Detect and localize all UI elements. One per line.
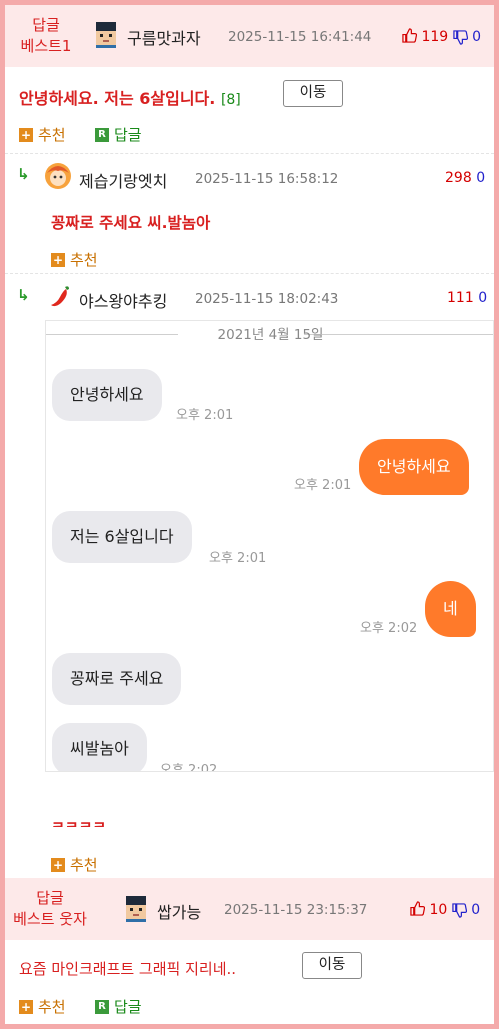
reply-box-icon: R bbox=[95, 127, 109, 142]
divider bbox=[5, 273, 494, 274]
post-author[interactable]: 구름맛과자 bbox=[127, 25, 201, 49]
post-author[interactable]: 쌉가능 bbox=[157, 899, 201, 923]
recommend-button[interactable]: + 추천 bbox=[19, 124, 66, 145]
best-badge-line2: 베스트 웃자 bbox=[13, 910, 87, 928]
reply-text: 꽁짜로 주세요 씨.발놈아 bbox=[51, 214, 211, 232]
chat-time: 오후 2:01 bbox=[209, 551, 267, 566]
plus-box-icon: + bbox=[51, 857, 65, 872]
chat-bubble-received: 꽁짜로 주세요 bbox=[52, 653, 182, 705]
reply-author[interactable]: 야스왕야추킹 bbox=[79, 288, 167, 312]
reply-arrow-icon: ↳ bbox=[17, 286, 30, 304]
reply-author[interactable]: 제습기랑엣치 bbox=[79, 168, 167, 192]
plus-box-icon: + bbox=[19, 999, 33, 1014]
up-count: 10 bbox=[429, 902, 448, 918]
reply-button[interactable]: R 답글 bbox=[95, 124, 142, 145]
thumbs-up-icon[interactable] bbox=[402, 28, 421, 45]
move-button[interactable]: 이동 bbox=[283, 80, 343, 107]
thumbs-down-icon[interactable] bbox=[452, 902, 471, 918]
thumbs-down-icon[interactable] bbox=[452, 29, 472, 45]
chili-pepper-icon bbox=[51, 286, 69, 307]
recommend-label: 추천 bbox=[70, 856, 98, 874]
reply-down-count: 0 bbox=[476, 170, 486, 186]
best-header: 답글 베스트 웃자 쌉가능 2025-11-15 23:15:37 10 0 bbox=[5, 878, 494, 940]
recommend-label: 추천 bbox=[38, 998, 66, 1016]
post-title[interactable]: 안녕하세요. 저는 6살입니다. [8] bbox=[19, 85, 241, 109]
best-badge: 답글 베스트1 bbox=[5, 15, 87, 57]
thumbs-up-icon[interactable] bbox=[410, 901, 429, 918]
best-badge-line1: 답글 bbox=[36, 889, 64, 907]
post-title-text[interactable]: 안녕하세요. 저는 6살입니다. bbox=[19, 89, 215, 108]
reply-box-icon: R bbox=[95, 999, 109, 1014]
post-time: 2025-11-15 16:41:44 bbox=[228, 29, 372, 45]
post-title-text[interactable]: 요즘 마인크래프트 그래픽 지리네.. bbox=[19, 958, 236, 979]
chat-bubble-received: 저는 6살입니다 bbox=[52, 511, 192, 563]
reply-button[interactable]: R 답글 bbox=[95, 996, 142, 1017]
best-header: 답글 베스트1 구름맛과자 2025-11-15 16:41:44 119 0 bbox=[5, 5, 494, 67]
post-time: 2025-11-15 23:15:37 bbox=[224, 902, 368, 918]
reply-text: ㅋㅋㅋㅋ bbox=[51, 818, 107, 827]
vote-box: 10 0 bbox=[410, 901, 480, 918]
up-count: 119 bbox=[421, 29, 449, 45]
chat-bubble-received: 안녕하세요 bbox=[52, 369, 162, 421]
best-badge-line2: 베스트1 bbox=[20, 37, 72, 55]
reply-recommend-button[interactable]: + 추천 bbox=[51, 249, 98, 270]
character-avatar-icon bbox=[45, 163, 71, 189]
reply-time: 2025-11-15 16:58:12 bbox=[195, 171, 339, 187]
move-button[interactable]: 이동 bbox=[302, 952, 362, 979]
plus-box-icon: + bbox=[19, 127, 33, 142]
pixel-avatar-icon bbox=[126, 896, 146, 922]
recommend-button[interactable]: + 추천 bbox=[19, 996, 66, 1017]
chat-bubble-sent: 안녕하세요 bbox=[359, 439, 469, 495]
reply-vote-box: 111 0 bbox=[447, 290, 487, 306]
recommend-label: 추천 bbox=[70, 251, 98, 269]
chat-time: 오후 2:02 bbox=[360, 621, 418, 636]
recommend-label: 추천 bbox=[38, 126, 66, 144]
reply-label: 답글 bbox=[114, 126, 142, 144]
reply-up-count: 111 bbox=[447, 290, 474, 306]
chat-time: 오후 2:01 bbox=[294, 478, 352, 493]
down-count: 0 bbox=[472, 29, 482, 45]
chat-bubble-received: 씨발놈아 bbox=[52, 723, 147, 771]
pixel-avatar-icon bbox=[96, 22, 116, 48]
down-count: 0 bbox=[471, 902, 481, 918]
best-badge: 답글 베스트 웃자 bbox=[5, 888, 95, 930]
best-badge-line1: 답글 bbox=[32, 16, 60, 34]
chat-time: 오후 2:02 bbox=[160, 763, 218, 772]
chat-bubble-sent: 네 bbox=[425, 581, 476, 637]
plus-box-icon: + bbox=[51, 252, 65, 267]
reply-time: 2025-11-15 18:02:43 bbox=[195, 291, 339, 307]
reply-up-count: 298 bbox=[445, 170, 472, 186]
reply-label: 답글 bbox=[114, 998, 142, 1016]
reply-arrow-icon: ↳ bbox=[17, 165, 30, 183]
divider bbox=[5, 153, 494, 154]
reply-recommend-button[interactable]: + 추천 bbox=[51, 854, 98, 875]
board-frame: 답글 베스트1 구름맛과자 2025-11-15 16:41:44 119 0 … bbox=[0, 0, 499, 1029]
vote-box: 119 0 bbox=[402, 28, 481, 45]
reply-vote-box: 298 0 bbox=[445, 170, 485, 186]
comment-count: [8] bbox=[220, 92, 241, 108]
chat-time: 오후 2:01 bbox=[176, 408, 234, 423]
reply-down-count: 0 bbox=[478, 290, 488, 306]
chat-screenshot: 2021년 4월 15일 안녕하세요 오후 2:01 안녕하세요 오후 2:01… bbox=[45, 320, 494, 772]
chat-date: 2021년 4월 15일 bbox=[217, 327, 324, 343]
